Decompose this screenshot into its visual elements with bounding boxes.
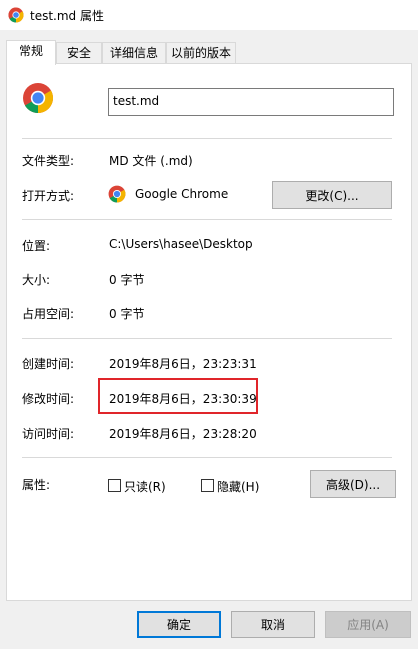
highlight-box	[98, 378, 258, 414]
created-value: 2019年8月6日，23:23:31	[109, 357, 257, 371]
window-title: test.md 属性	[30, 9, 104, 23]
divider	[22, 138, 392, 139]
tab-details-label: 详细信息	[109, 46, 158, 60]
location-value: C:\Users\hasee\Desktop	[109, 237, 253, 251]
readonly-label: 只读(R)	[124, 480, 166, 494]
hidden-label: 隐藏(H)	[217, 480, 260, 494]
hidden-checkbox[interactable]	[201, 479, 214, 492]
attributes-label: 属性:	[22, 478, 51, 492]
tab-general[interactable]: 常规	[6, 40, 56, 65]
size-label: 大小:	[22, 273, 51, 287]
file-type-label: 文件类型:	[22, 154, 75, 168]
file-type-value: MD 文件 (.md)	[109, 154, 193, 168]
advanced-button[interactable]: 高级(D)...	[310, 470, 396, 498]
opens-with-app: Google Chrome	[135, 187, 229, 201]
accessed-label: 访问时间:	[22, 427, 75, 441]
created-label: 创建时间:	[22, 357, 75, 371]
tab-security-label: 安全	[66, 46, 91, 60]
divider	[22, 457, 392, 458]
cancel-button[interactable]: 取消	[231, 611, 315, 638]
chrome-icon	[108, 185, 126, 203]
ok-button[interactable]: 确定	[137, 611, 221, 638]
file-name-input[interactable]: test.md	[108, 88, 394, 116]
apply-button[interactable]: 应用(A)	[325, 611, 411, 638]
tab-security[interactable]: 安全	[56, 42, 102, 64]
chrome-icon	[23, 83, 54, 113]
size-on-disk-label: 占用空间:	[22, 307, 75, 321]
change-button[interactable]: 更改(C)...	[272, 181, 392, 209]
modified-label: 修改时间:	[22, 392, 75, 406]
size-on-disk-value: 0 字节	[109, 307, 145, 321]
size-value: 0 字节	[109, 273, 145, 287]
divider	[22, 219, 392, 220]
location-label: 位置:	[22, 239, 51, 253]
tab-previous-versions-label: 以前的版本	[170, 46, 231, 60]
accessed-value: 2019年8月6日，23:28:20	[109, 427, 257, 441]
readonly-checkbox[interactable]	[108, 479, 121, 492]
chrome-icon	[8, 7, 24, 23]
tab-general-label: 常规	[18, 44, 43, 58]
properties-panel	[6, 63, 412, 601]
tab-previous-versions[interactable]: 以前的版本	[166, 42, 236, 64]
divider	[22, 338, 392, 339]
opens-with-label: 打开方式:	[22, 189, 75, 203]
tab-details[interactable]: 详细信息	[102, 42, 166, 64]
title-bar: test.md 属性	[0, 0, 418, 30]
